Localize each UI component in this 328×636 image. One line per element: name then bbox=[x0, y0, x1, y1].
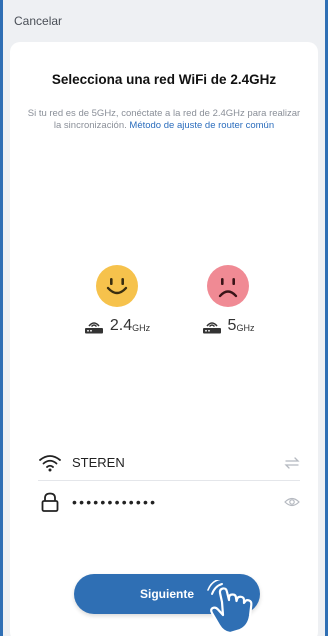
router-icon bbox=[202, 322, 221, 334]
wifi-network-row[interactable]: STEREN bbox=[38, 445, 300, 481]
wifi-ssid: STEREN bbox=[72, 455, 125, 470]
router-icon bbox=[84, 322, 103, 334]
band-label-5: 5 GHz bbox=[193, 318, 263, 334]
wifi-icon bbox=[39, 454, 61, 471]
cancel-button[interactable]: Cancelar bbox=[14, 14, 62, 28]
smiley-face-icon bbox=[95, 264, 139, 308]
band-label-2-4: 2.4 GHz bbox=[82, 318, 152, 334]
band-5ghz: 5 GHz bbox=[193, 264, 263, 334]
lock-icon bbox=[41, 492, 59, 512]
eye-icon[interactable] bbox=[284, 495, 300, 509]
wifi-setup-card: Selecciona una red WiFi de 2.4GHz Si tu … bbox=[10, 42, 318, 636]
router-settings-link[interactable]: Método de ajuste de router común bbox=[129, 120, 274, 131]
switch-network-icon[interactable] bbox=[284, 456, 300, 470]
password-value: •••••••••••• bbox=[72, 494, 158, 510]
tap-hand-icon bbox=[207, 580, 253, 635]
band-number: 2.4 bbox=[109, 317, 133, 334]
password-field[interactable]: •••••••••••• bbox=[38, 484, 300, 520]
band-2-4ghz: 2.4 GHz bbox=[82, 264, 152, 334]
sad-face-icon bbox=[206, 264, 250, 308]
band-number: 5 bbox=[227, 317, 237, 334]
info-text: Si tu red es de 5GHz, conéctate a la red… bbox=[24, 108, 304, 132]
band-unit: GHz bbox=[236, 323, 255, 333]
page-title: Selecciona una red WiFi de 2.4GHz bbox=[51, 72, 277, 87]
band-unit: GHz bbox=[132, 323, 151, 333]
